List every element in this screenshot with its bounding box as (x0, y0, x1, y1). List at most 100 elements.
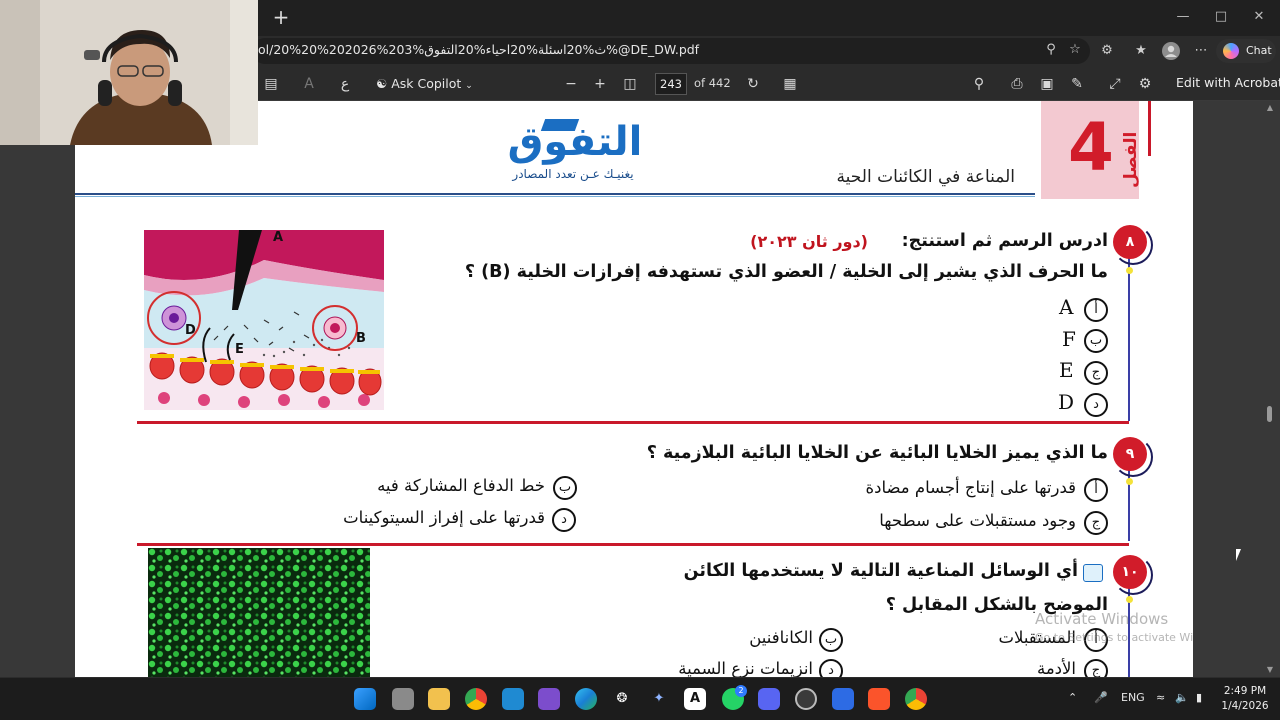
obs-icon[interactable] (795, 688, 817, 710)
zoom-in-icon[interactable]: + (589, 73, 611, 95)
copilot-chat-button[interactable]: Chat (1216, 39, 1276, 63)
brave-icon[interactable] (868, 688, 890, 710)
chapter-number: 4 (1068, 109, 1114, 186)
clock-date: 1/4/2026 (1221, 700, 1269, 712)
mail-icon[interactable] (832, 688, 854, 710)
wifi-icon[interactable]: ≈ (1156, 691, 1165, 704)
scrollbar-thumb[interactable] (1267, 406, 1272, 422)
rotate-icon[interactable]: ↻ (742, 73, 764, 95)
address-bar[interactable]: ol/20%20%202026%203%ث%20اسئلة%20احياء%20… (252, 38, 1090, 64)
option-letter[interactable]: أ (1084, 478, 1108, 502)
scroll-up-icon[interactable]: ▲ (1264, 103, 1276, 113)
clock[interactable]: 2:49 PM 1/4/2026 (1216, 684, 1274, 714)
ask-copilot-label: Ask Copilot (391, 76, 462, 91)
fit-page-icon[interactable]: ◫ (619, 73, 641, 95)
page-total: of 442 (694, 76, 731, 90)
question-dot (1126, 267, 1133, 274)
book-icon (1083, 564, 1103, 582)
add-tab-icon[interactable]: + (270, 6, 292, 28)
zoom-icon[interactable]: ⚲ (1040, 39, 1062, 61)
whatsapp-badge: 2 (735, 685, 747, 697)
ask-copilot-button[interactable]: ☯ Ask Copilot ⌄ (376, 74, 473, 94)
option-letter[interactable]: ب (819, 628, 843, 652)
option-value[interactable]: خط الدفاع المشاركة فيه (377, 476, 545, 504)
option-value[interactable]: A (1059, 295, 1073, 319)
scroll-down-icon[interactable]: ▼ (1264, 665, 1276, 675)
microphone-icon[interactable]: 🎤 (1094, 691, 1108, 704)
activation-watermark-title: Activate Windows (1035, 610, 1169, 628)
discord-icon[interactable] (758, 688, 780, 710)
question-number: ١٠ (1113, 555, 1147, 589)
logo-title: التفوق (507, 119, 643, 165)
profile-icon[interactable] (1160, 40, 1182, 62)
more-icon[interactable]: ⋯ (1190, 40, 1212, 62)
option-letter[interactable]: أ (1084, 298, 1108, 322)
screen: + — □ ✕ ol/20%20%202026%203%ث%20اسئلة%20… (0, 0, 1280, 720)
chatgpt-icon[interactable]: ❂ (611, 688, 633, 710)
url-text[interactable]: ol/20%20%202026%203%ث%20اسئلة%20احياء%20… (258, 42, 699, 57)
file-explorer-icon[interactable] (428, 688, 450, 710)
mouse-cursor-icon (1236, 549, 1246, 561)
option-letter[interactable]: ب (553, 476, 577, 500)
option-value[interactable]: الأدمة (1037, 659, 1076, 677)
print-icon[interactable]: ⎙ (1006, 73, 1028, 95)
option-letter[interactable]: د (1084, 393, 1108, 417)
edge-icon[interactable] (575, 688, 597, 710)
copilot-app-icon[interactable]: ✦ (648, 688, 670, 710)
option-letter[interactable]: د (819, 659, 843, 677)
option-value[interactable]: وجود مستقبلات على سطحها (879, 511, 1076, 539)
activation-watermark-text: Go to Settings to activate Windows. (1035, 631, 1193, 644)
search-icon[interactable]: ⚲ (968, 73, 990, 95)
pdf-viewer[interactable]: 4 الفصل التفوق يغنيـك عـن تعدد المصادر ا… (0, 101, 1280, 677)
pdf-page: 4 الفصل التفوق يغنيـك عـن تعدد المصادر ا… (75, 101, 1193, 677)
extensions-icon[interactable]: ⚙ (1096, 40, 1118, 62)
page-number-input[interactable]: 243 (655, 73, 687, 95)
start-icon[interactable] (354, 688, 376, 710)
text-app-icon[interactable]: A (684, 688, 706, 710)
option-letter[interactable]: ج (1084, 511, 1108, 535)
option-value[interactable]: قدرتها على إنتاج أجسام مضادة (865, 478, 1076, 506)
close-icon[interactable]: ✕ (1246, 6, 1272, 28)
option-value[interactable]: D (1058, 390, 1074, 414)
option-letter[interactable]: د (552, 508, 576, 532)
save-as-icon[interactable]: ✎ (1066, 73, 1088, 95)
organism-figure (148, 548, 370, 677)
scrollbar[interactable]: ▲ ▼ (1264, 101, 1276, 677)
option-value[interactable]: قدرتها على إفراز السيتوكينات (343, 508, 545, 536)
battery-icon[interactable]: ▮ (1196, 691, 1202, 704)
language-indicator[interactable]: ENG (1121, 691, 1145, 704)
option-value[interactable]: E (1059, 358, 1074, 382)
option-letter[interactable]: ب (1084, 329, 1108, 353)
volume-muted-icon[interactable]: 🔈 (1175, 691, 1189, 704)
option-value[interactable]: الكانافنين (749, 628, 813, 656)
tray-overflow-icon[interactable]: ⌃ (1068, 691, 1077, 704)
page-view-icon[interactable]: ▦ (779, 73, 801, 95)
option-value[interactable]: F (1062, 327, 1076, 351)
chrome-profile-icon[interactable] (905, 688, 927, 710)
copilot-icon (1223, 43, 1239, 59)
zoom-out-icon[interactable]: − (560, 73, 582, 95)
settings-icon[interactable]: ⚙ (1134, 73, 1156, 95)
vscode-icon[interactable] (502, 688, 524, 710)
translate-icon[interactable]: ع (334, 73, 356, 95)
fullscreen-icon[interactable]: ⤢ (1104, 73, 1126, 95)
maximize-icon[interactable]: □ (1208, 6, 1234, 28)
edit-with-acrobat-button[interactable]: Edit with Acrobat (1176, 75, 1280, 90)
question-number: ٩ (1113, 437, 1147, 471)
option-letter[interactable]: ج (1084, 659, 1108, 677)
figure-label-e: E (235, 342, 244, 357)
minimize-icon[interactable]: — (1170, 6, 1196, 28)
task-view-icon[interactable] (392, 688, 414, 710)
collections-icon[interactable]: ★ (1130, 40, 1152, 62)
figure-label-b: B (356, 331, 366, 346)
save-icon[interactable]: ▣ (1036, 73, 1058, 95)
visual-studio-icon[interactable] (538, 688, 560, 710)
question-connector (1128, 251, 1130, 421)
favorite-icon[interactable]: ☆ (1064, 39, 1086, 61)
option-letter[interactable]: ج (1084, 361, 1108, 385)
chrome-icon[interactable] (465, 688, 487, 710)
read-aloud-icon[interactable]: A (298, 73, 320, 95)
option-value[interactable]: انزيمات نزع السمية (678, 659, 813, 677)
question-separator (137, 421, 1129, 424)
sidebar-toggle-icon[interactable]: ▤ (260, 73, 282, 95)
